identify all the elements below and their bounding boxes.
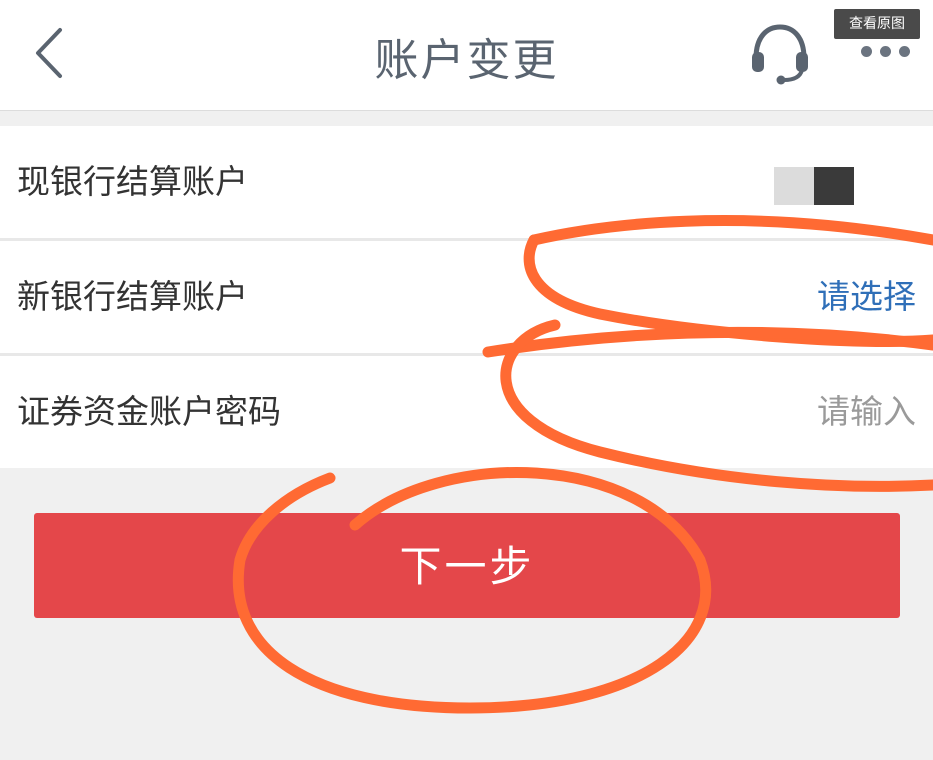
- row-fund-password[interactable]: 证券资金账户密码 请输入: [0, 356, 933, 468]
- headset-icon: [752, 24, 808, 85]
- more-menu-button[interactable]: [855, 40, 917, 60]
- current-bank-account-toggle[interactable]: [774, 167, 854, 205]
- customer-service-button[interactable]: [748, 20, 812, 86]
- more-dots-icon: [861, 46, 872, 57]
- next-step-button[interactable]: 下一步: [34, 513, 900, 618]
- fund-password-label: 证券资金账户密码: [17, 392, 281, 431]
- new-bank-account-label: 新银行结算账户: [17, 277, 248, 316]
- fund-password-input[interactable]: 请输入: [817, 356, 916, 468]
- view-original-button[interactable]: 查看原图: [834, 9, 920, 39]
- row-new-bank-account[interactable]: 新银行结算账户 请选择: [0, 241, 933, 353]
- row-current-bank-account: 现银行结算账户: [0, 126, 933, 238]
- top-bar: 账户变更: [0, 0, 933, 111]
- new-bank-account-select[interactable]: 请选择: [817, 241, 916, 353]
- current-bank-account-label: 现银行结算账户: [17, 162, 248, 201]
